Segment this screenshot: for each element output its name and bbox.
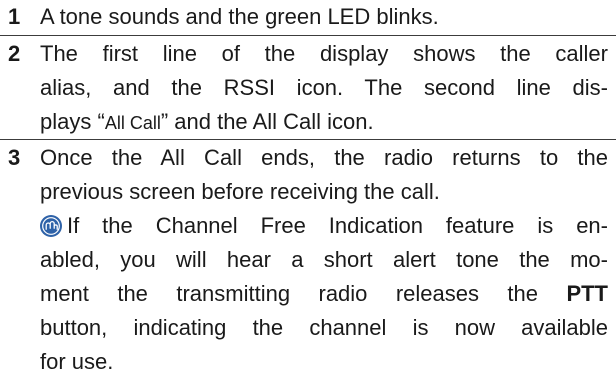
- note-line: button, indicating the channel is now av…: [40, 315, 608, 340]
- step-text: alias, and the RSSI icon. The second lin…: [40, 75, 608, 100]
- step-text: A tone sounds and the green LED blinks.: [40, 4, 439, 29]
- note-line: abled, you will hear a short alert tone …: [40, 247, 608, 272]
- step-text: Once the All Call ends, the radio return…: [40, 145, 608, 170]
- note-line: If the Channel Free Indication feature i…: [40, 209, 608, 243]
- note-text: ment the transmitting radio releases the: [40, 281, 567, 306]
- ptt-label: PTT: [566, 281, 608, 306]
- divider: [0, 139, 616, 140]
- step-number: 2: [8, 41, 21, 66]
- document: 1 A tone sounds and the green LED blinks…: [0, 0, 616, 379]
- text-segment: and the All Call icon.: [168, 109, 374, 134]
- text-segment: plays: [40, 109, 98, 134]
- note: If the Channel Free Indication feature i…: [40, 209, 608, 379]
- note-line: for use.: [40, 349, 114, 374]
- note-text: If the Channel Free Indication feature i…: [67, 213, 608, 238]
- step-number: 3: [8, 145, 21, 170]
- step-text: plays “All Call” and the All Call icon.: [40, 109, 374, 134]
- step-number: 1: [8, 4, 21, 29]
- note-icon: [40, 215, 62, 237]
- quoted-label: All Call: [104, 113, 161, 133]
- step-text: The first line of the display shows the …: [40, 41, 608, 66]
- step-text: previous screen before receiving the cal…: [40, 179, 440, 204]
- divider: [0, 35, 616, 36]
- note-line: ment the transmitting radio releases the…: [40, 277, 608, 311]
